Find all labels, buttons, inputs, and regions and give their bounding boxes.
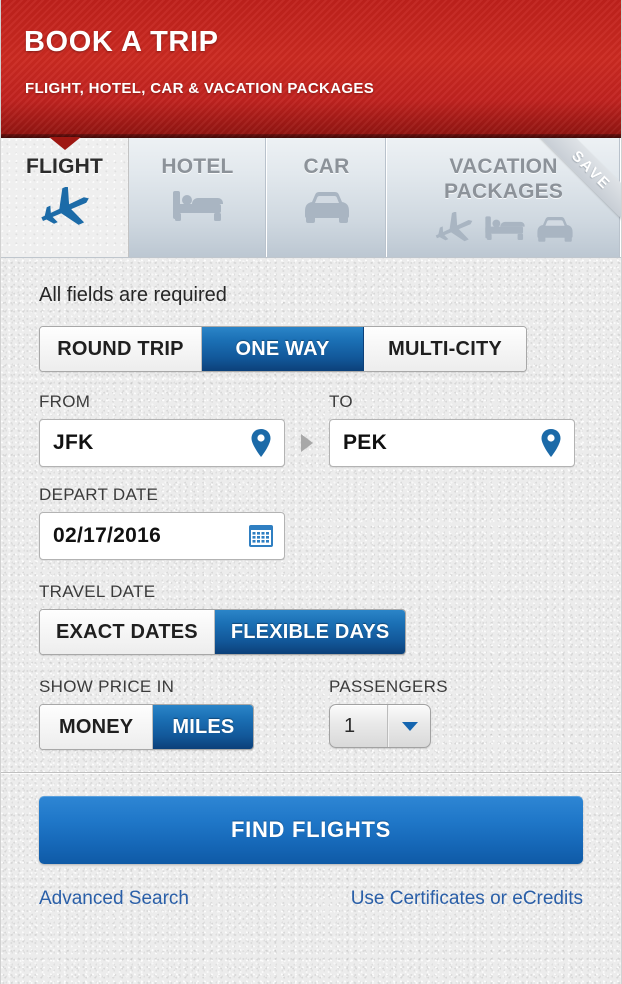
airplane-icon — [37, 187, 93, 231]
airplane-icon — [432, 212, 476, 246]
depart-date-label: DEPART DATE — [39, 485, 159, 504]
tab-flight-icons — [37, 187, 93, 231]
passengers-select[interactable]: 1 — [329, 704, 431, 748]
tab-hotel-label: HOTEL — [161, 155, 234, 178]
tab-car-label: CAR — [303, 155, 350, 178]
tab-flight[interactable]: FLIGHT — [1, 137, 129, 257]
show-price-in-group: SHOW PRICE IN MONEY MILES — [39, 677, 329, 750]
depart-date-group: DEPART DATE 02/17/2016 — [39, 485, 583, 560]
from-label: FROM — [39, 392, 91, 411]
advanced-search-link[interactable]: Advanced Search — [39, 888, 189, 910]
arrow-right-icon — [301, 434, 313, 452]
from-input-value[interactable]: JFK — [40, 431, 238, 455]
show-price-in-selector: MONEY MILES — [39, 704, 255, 750]
trip-type-one-way[interactable]: ONE WAY — [202, 327, 364, 371]
to-input[interactable]: PEK — [329, 419, 575, 467]
travel-date-label: TRAVEL DATE — [39, 582, 156, 601]
product-tabs: FLIGHT HOTEL CAR VACATION PACKAGES SAVE — [1, 137, 621, 258]
find-flights-button[interactable]: FIND FLIGHTS — [39, 796, 583, 864]
search-actions: FIND FLIGHTS Advanced Search Use Certifi… — [1, 774, 621, 910]
page-subtitle: FLIGHT, HOTEL, CAR & VACATION PACKAGES — [25, 80, 375, 97]
from-input[interactable]: JFK — [39, 419, 285, 467]
depart-date-input[interactable]: 02/17/2016 — [39, 512, 285, 560]
depart-date-value[interactable]: 02/17/2016 — [40, 524, 238, 548]
travel-date-exact-dates[interactable]: EXACT DATES — [40, 610, 215, 654]
to-field-group: TO PEK — [329, 392, 575, 467]
use-certificates-link[interactable]: Use Certificates or eCredits — [351, 888, 583, 910]
to-input-value[interactable]: PEK — [330, 431, 528, 455]
show-price-in-miles[interactable]: MILES — [153, 705, 254, 749]
direction-separator — [285, 419, 329, 467]
chevron-down-icon[interactable] — [388, 705, 430, 747]
tab-vacation-packages[interactable]: VACATION PACKAGES — [387, 138, 621, 257]
book-a-trip-widget: BOOK A TRIP FLIGHT, HOTEL, CAR & VACATIO… — [0, 0, 622, 984]
travel-date-flexible-days[interactable]: FLEXIBLE DAYS — [214, 610, 406, 654]
tab-hotel-icons — [170, 187, 226, 227]
tab-car-icons — [301, 187, 353, 227]
passengers-value[interactable]: 1 — [330, 705, 388, 747]
required-fields-note: All fields are required — [39, 284, 227, 306]
show-price-in-label: SHOW PRICE IN — [39, 677, 175, 696]
bed-icon — [170, 187, 226, 227]
show-price-in-money[interactable]: MONEY — [40, 705, 154, 749]
trip-type-multi-city[interactable]: MULTI-CITY — [364, 327, 526, 371]
widget-header: BOOK A TRIP FLIGHT, HOTEL, CAR & VACATIO… — [1, 0, 621, 138]
calendar-icon[interactable] — [238, 523, 284, 549]
tab-hotel[interactable]: HOTEL — [129, 138, 267, 257]
car-icon — [534, 213, 576, 245]
tab-flight-label: FLIGHT — [25, 155, 104, 178]
bed-icon — [483, 213, 527, 245]
price-passengers-row: SHOW PRICE IN MONEY MILES PASSENGERS 1 — [39, 677, 583, 750]
tab-vacation-packages-label: VACATION PACKAGES — [443, 155, 564, 203]
origin-destination-row: FROM JFK TO PEK — [39, 392, 583, 467]
from-field-group: FROM JFK — [39, 392, 285, 467]
trip-type-round-trip[interactable]: ROUND TRIP — [40, 327, 202, 371]
secondary-links: Advanced Search Use Certificates or eCre… — [39, 888, 583, 910]
tab-vacation-packages-icons — [432, 212, 576, 246]
travel-date-group: TRAVEL DATE EXACT DATES FLEXIBLE DAYS — [39, 582, 583, 655]
passengers-label: PASSENGERS — [329, 677, 448, 696]
active-tab-pointer-icon — [48, 137, 81, 150]
passengers-group: PASSENGERS 1 — [329, 677, 509, 748]
tab-car[interactable]: CAR — [267, 138, 387, 257]
travel-date-selector: EXACT DATES FLEXIBLE DAYS — [39, 609, 407, 655]
map-pin-icon[interactable] — [238, 428, 284, 458]
to-label: TO — [329, 392, 353, 411]
map-pin-icon[interactable] — [528, 428, 574, 458]
search-form: All fields are required ROUND TRIP ONE W… — [1, 258, 621, 750]
car-icon — [301, 187, 353, 227]
page-title: BOOK A TRIP — [24, 26, 219, 58]
trip-type-selector: ROUND TRIP ONE WAY MULTI-CITY — [39, 326, 527, 372]
